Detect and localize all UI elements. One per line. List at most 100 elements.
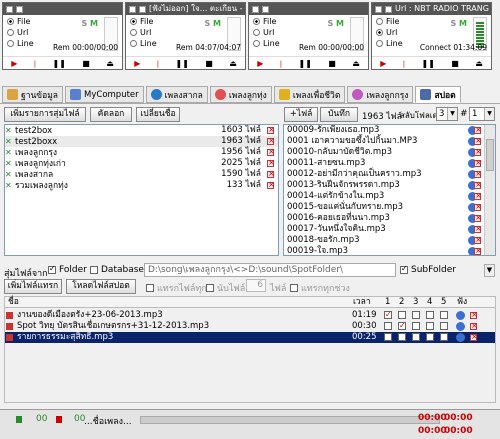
load-spot-button[interactable]: โหลดไฟล์สปอต (66, 279, 136, 294)
delete-icon[interactable] (474, 179, 482, 190)
slot-checkbox[interactable] (440, 333, 448, 341)
file-row[interactable]: 00012-อย่ามีกว่าคุณเป็นคราว.mp3 (284, 168, 495, 180)
slot-checkbox[interactable] (398, 333, 406, 341)
deck-source-url[interactable]: Url (130, 28, 151, 37)
play-icon[interactable]: ▶ (11, 59, 17, 68)
deck-source-url[interactable]: Url (253, 28, 274, 37)
folder-row[interactable]: ✕ เพลงลูกทุ่งเก่า 2025 ไฟล์ (5, 157, 278, 169)
pause-icon[interactable]: ❚❚ (298, 59, 311, 68)
file-row[interactable]: 00016-คอยเธอที่นนา.mp3 (284, 212, 495, 224)
delete-icon[interactable] (267, 146, 275, 157)
file-row[interactable]: 00013-รินฝีนจักรพรรดา.mp3 (284, 179, 495, 191)
folder-row[interactable]: ✕ เพลงสากล 1590 ไฟล์ (5, 168, 278, 180)
folder-row[interactable]: ✕ รวมเพลงลูกทุ่ง 133 ไฟล์ (5, 179, 278, 191)
tab-international[interactable]: เพลงสากล (145, 86, 208, 103)
delete-icon[interactable] (474, 190, 482, 201)
deck-toggle-icon[interactable] (262, 5, 269, 13)
deck-toggle-icon[interactable] (129, 5, 136, 13)
tab-life-songs[interactable]: เพลงเพื่อชีวิต (273, 86, 346, 103)
slot-checkbox[interactable] (412, 322, 420, 330)
eject-icon[interactable]: ⏏ (475, 59, 483, 68)
slot-checkbox[interactable] (426, 333, 434, 341)
pause-icon[interactable]: ❚❚ (421, 59, 434, 68)
file-row[interactable]: 00011-สายซน.mp3 (284, 157, 495, 169)
file-row[interactable]: 00017-วันหนึ่งใจคิน.mp3 (284, 223, 495, 235)
deck-source-line[interactable]: Line (253, 39, 280, 48)
listen-icon[interactable] (456, 322, 465, 331)
tab-country[interactable]: เพลงลูกทุ่ง (209, 86, 272, 103)
delete-icon[interactable] (470, 331, 478, 342)
file-row[interactable]: 00009-รักเพียงเธอ.mp3 (284, 125, 495, 136)
tab-mycomputer[interactable]: MyComputer (65, 86, 144, 103)
delete-icon[interactable] (474, 201, 482, 212)
delete-icon[interactable] (474, 168, 482, 179)
deck-toggle-icon[interactable] (385, 5, 392, 13)
pause-icon[interactable]: ❚❚ (175, 59, 188, 68)
slot-checkbox[interactable] (426, 311, 434, 319)
index-select[interactable]: 1 ▼ (469, 107, 495, 121)
spot-row[interactable]: Spot วิทยุ บัตรสินเชื่อเกษตรกร+31-12-201… (4, 320, 496, 332)
rename-button[interactable]: เปลี่ยนชื่อ (136, 107, 180, 122)
deck-toggle-icon[interactable] (252, 5, 259, 13)
file-row[interactable]: 00015-ขอแค่นั่นกับทราย.mp3 (284, 201, 495, 213)
file-row[interactable]: 00019-ใจ.mp3 (284, 245, 495, 255)
stop-icon[interactable]: ■ (451, 59, 459, 68)
deck-toggle-icon[interactable] (6, 5, 13, 13)
tab-luk-krung[interactable]: เพลงลูกกรุง (347, 86, 414, 103)
deck-source-file[interactable]: File (253, 17, 276, 26)
spot-row[interactable]: รายการธรรมะสุสิทธิ์.mp3 00:25 (4, 331, 496, 343)
eject-icon[interactable]: ⏏ (106, 59, 114, 68)
insert-every-checkbox[interactable]: แทรกไฟล์ทุก (146, 281, 207, 295)
listen-icon[interactable] (456, 333, 465, 342)
file-row[interactable]: 0001 เอาความขอซึ้งไปกิ้นมา.MP3 (284, 135, 495, 147)
slot-checkbox[interactable] (412, 311, 420, 319)
deck-source-url[interactable]: Url (376, 28, 397, 37)
file-row[interactable]: 00014-แต่รักข้างใน.mp3 (284, 190, 495, 202)
file-row[interactable]: 00010-กลับมาบัดชีวิต.mp3 (284, 146, 495, 158)
spot-row[interactable]: งานของดีเมืองตรัง+23-06-2013.mp3 01:19 (4, 309, 496, 321)
delete-icon[interactable] (474, 146, 482, 157)
slot-checkbox[interactable] (398, 311, 406, 319)
database-checkbox[interactable]: Database (90, 265, 144, 275)
delete-icon[interactable] (474, 234, 482, 245)
stop-icon[interactable]: ■ (328, 59, 336, 68)
slot-checkbox[interactable] (440, 311, 448, 319)
delete-icon[interactable] (470, 320, 478, 331)
play-icon[interactable]: ▶ (134, 59, 140, 68)
deck-source-file[interactable]: File (7, 17, 30, 26)
deck-source-file[interactable]: File (130, 17, 153, 26)
add-file-button[interactable]: +ไฟล์ (284, 107, 318, 122)
deck-source-line[interactable]: Line (130, 39, 157, 48)
deck-source-file[interactable]: File (376, 17, 399, 26)
delete-icon[interactable] (267, 135, 275, 146)
deck-toggle-icon[interactable] (16, 5, 23, 13)
deck-toggle-icon[interactable] (139, 5, 146, 13)
tab-database[interactable]: ฐานข้อมูล (2, 86, 64, 103)
count-input[interactable]: 6 (246, 279, 266, 292)
copy-button[interactable]: คัดลอก (90, 107, 132, 122)
delete-icon[interactable] (470, 309, 478, 320)
slot-checkbox[interactable] (426, 322, 434, 330)
folder-checkbox[interactable]: Folder (48, 264, 87, 275)
play-icon[interactable]: ▶ (257, 59, 263, 68)
listen-icon[interactable] (456, 311, 465, 320)
subfolder-checkbox[interactable]: SubFolder (400, 264, 456, 275)
insert-interval-checkbox[interactable]: แทรกทุกช่วง (290, 281, 350, 295)
delete-icon[interactable] (267, 168, 275, 179)
random-path-field[interactable]: D:\song\เพลงลูกกรุง\<>D:\sound\SpotFolde… (144, 263, 396, 277)
stop-icon[interactable]: ■ (82, 59, 90, 68)
file-row[interactable]: 00018-ขอรัก.mp3 (284, 234, 495, 246)
delete-icon[interactable] (474, 212, 482, 223)
eject-icon[interactable]: ⏏ (352, 59, 360, 68)
folder-row[interactable]: ✕ เพลงลูกกรุง 1956 ไฟล์ (5, 146, 278, 158)
tab-spot[interactable]: สปอต (415, 86, 461, 103)
delete-icon[interactable] (474, 125, 482, 135)
delete-icon[interactable] (474, 157, 482, 168)
delete-icon[interactable] (267, 157, 275, 168)
slot-checkbox[interactable] (440, 322, 448, 330)
add-random-list-button[interactable]: เพิ่มรายการสุ่มไฟล์ (4, 107, 86, 122)
stop-icon[interactable]: ■ (205, 59, 213, 68)
pause-icon[interactable]: ❚❚ (52, 59, 65, 68)
save-button[interactable]: บันทึก (320, 107, 358, 122)
delete-icon[interactable] (474, 223, 482, 234)
